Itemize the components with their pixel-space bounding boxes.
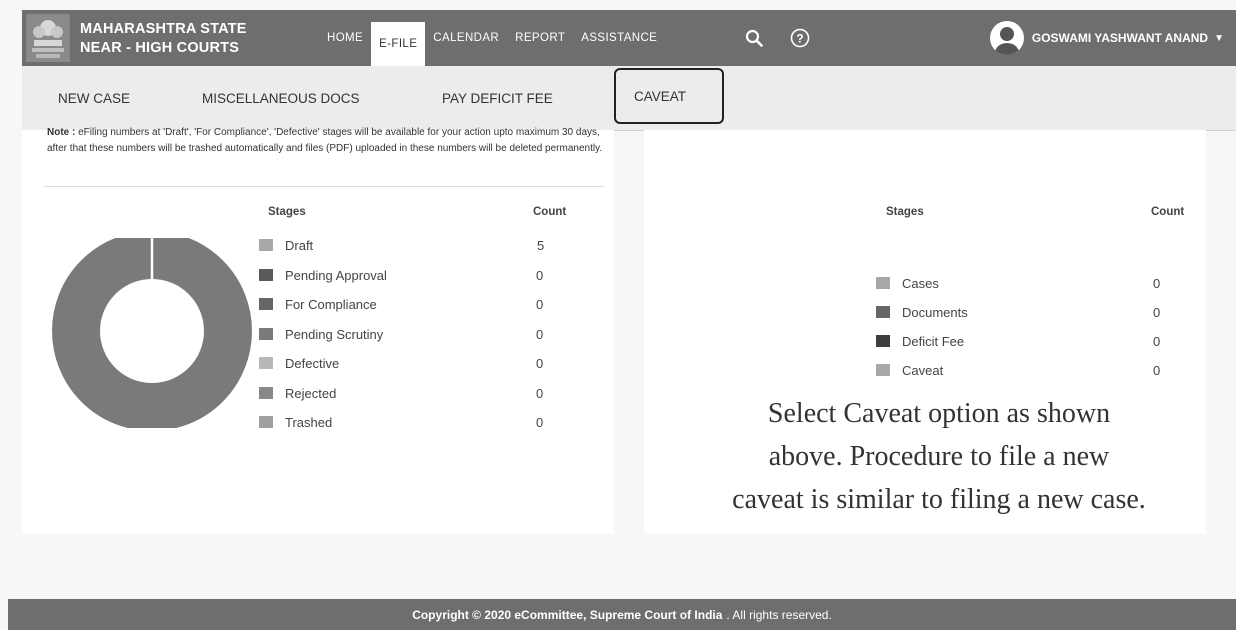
state-emblem-icon bbox=[26, 14, 70, 62]
summary-row-caveat[interactable]: Caveat bbox=[876, 359, 943, 381]
summary-label: Documents bbox=[902, 304, 968, 320]
legend-swatch bbox=[259, 357, 273, 369]
brand-line-2: NEAR - HIGH COURTS bbox=[80, 40, 240, 56]
stages-header: Stages bbox=[268, 206, 306, 218]
stage-count: 0 bbox=[536, 327, 544, 342]
legend-swatch bbox=[259, 298, 273, 310]
instruction-line: above. Procedure to file a new bbox=[768, 441, 1110, 472]
top-navbar: MAHARASHTRA STATE NEAR - HIGH COURTS HOM… bbox=[22, 10, 1236, 66]
note-label: Note : bbox=[47, 127, 76, 138]
search-icon bbox=[745, 29, 763, 47]
brand-title[interactable]: MAHARASHTRA STATE NEAR - HIGH COURTS bbox=[80, 20, 247, 58]
search-button[interactable] bbox=[745, 10, 763, 66]
nav-e-file[interactable]: E-FILE bbox=[371, 22, 426, 66]
submenu-new-case[interactable]: NEW CASE bbox=[58, 66, 130, 130]
nav-assistance[interactable]: ASSISTANCE bbox=[573, 10, 665, 66]
user-avatar-icon bbox=[989, 21, 1024, 55]
stage-label: Trashed bbox=[285, 414, 333, 430]
help-button[interactable]: ? bbox=[790, 10, 810, 66]
stage-label: For Compliance bbox=[285, 296, 377, 312]
stage-count: 0 bbox=[536, 356, 544, 371]
stage-count: 5 bbox=[537, 238, 545, 253]
stage-label: Defective bbox=[285, 355, 340, 371]
summary-row-cases[interactable]: Cases bbox=[876, 272, 939, 294]
legend-swatch bbox=[259, 239, 273, 251]
nav-calendar[interactable]: CALENDAR bbox=[425, 10, 507, 66]
copyright-text: Copyright © 2020 eCommittee, Supreme Cou… bbox=[412, 607, 723, 622]
legend-swatch bbox=[876, 277, 890, 289]
stage-count: 0 bbox=[536, 415, 544, 430]
stage-row-for-compliance[interactable]: For Compliance bbox=[259, 293, 377, 315]
stage-row-pending-scrutiny[interactable]: Pending Scrutiny bbox=[259, 323, 383, 345]
summary-label: Deficit Fee bbox=[902, 333, 965, 349]
chevron-down-icon: ▼ bbox=[1214, 32, 1224, 44]
stages-header: Stages bbox=[886, 206, 924, 218]
summary-label: Caveat bbox=[902, 362, 944, 378]
stage-row-draft[interactable]: Draft bbox=[259, 234, 313, 256]
summary-row-documents[interactable]: Documents bbox=[876, 301, 968, 323]
user-menu[interactable]: GOSWAMI YASHWANT ANAND ▼ bbox=[989, 10, 1224, 66]
legend-swatch bbox=[259, 328, 273, 340]
caveat-instruction: Select Caveat option as shown above. Pro… bbox=[664, 392, 1214, 521]
legend-swatch bbox=[259, 416, 273, 428]
stage-count: 0 bbox=[536, 297, 544, 312]
stage-count: 0 bbox=[536, 268, 544, 283]
submenu-pay-deficit-fee[interactable]: PAY DEFICIT FEE bbox=[442, 66, 553, 130]
nav-report[interactable]: REPORT bbox=[507, 10, 573, 66]
stage-row-pending-approval[interactable]: Pending Approval bbox=[259, 264, 387, 286]
legend-swatch bbox=[876, 335, 890, 347]
stages-donut-chart[interactable] bbox=[50, 238, 254, 428]
stage-row-rejected[interactable]: Rejected bbox=[259, 382, 336, 404]
summary-count: 0 bbox=[1153, 334, 1161, 349]
legend-swatch bbox=[876, 364, 890, 376]
stage-label: Pending Scrutiny bbox=[285, 326, 384, 342]
count-header: Count bbox=[533, 206, 567, 218]
e-file-submenu: NEW CASE MISCELLANEOUS DOCS PAY DEFICIT … bbox=[22, 66, 1236, 131]
efiling-stages-panel: Note : eFiling numbers at 'Draft', 'For … bbox=[22, 127, 614, 534]
summary-panel: Stages Count Cases 0 Documents 0 Deficit… bbox=[644, 130, 1206, 534]
legend-swatch bbox=[876, 306, 890, 318]
efiling-note: Note : eFiling numbers at 'Draft', 'For … bbox=[47, 125, 607, 157]
note-text: eFiling numbers at 'Draft', 'For Complia… bbox=[47, 127, 603, 154]
summary-count: 0 bbox=[1153, 276, 1161, 291]
stage-row-defective[interactable]: Defective bbox=[259, 352, 339, 374]
divider bbox=[44, 186, 604, 187]
nav-home[interactable]: HOME bbox=[319, 10, 371, 66]
svg-text:?: ? bbox=[796, 32, 803, 46]
help-circle-icon: ? bbox=[790, 28, 810, 48]
stage-label: Draft bbox=[285, 237, 314, 253]
summary-row-deficit-fee[interactable]: Deficit Fee bbox=[876, 330, 964, 352]
legend-swatch bbox=[259, 387, 273, 399]
count-header: Count bbox=[1151, 206, 1185, 218]
summary-count: 0 bbox=[1153, 305, 1161, 320]
brand-line-1: MAHARASHTRA STATE bbox=[80, 21, 247, 37]
submenu-caveat[interactable]: CAVEAT bbox=[614, 68, 724, 124]
footer: Copyright © 2020 eCommittee, Supreme Cou… bbox=[8, 599, 1236, 630]
legend-swatch bbox=[259, 269, 273, 281]
submenu-miscellaneous-docs[interactable]: MISCELLANEOUS DOCS bbox=[202, 66, 360, 130]
stage-count: 0 bbox=[536, 386, 544, 401]
instruction-line: caveat is similar to filing a new case. bbox=[732, 484, 1146, 515]
summary-label: Cases bbox=[902, 275, 939, 291]
main-nav: HOME E-FILE CALENDAR REPORT ASSISTANCE bbox=[319, 10, 665, 66]
user-name: GOSWAMI YASHWANT ANAND bbox=[1031, 31, 1209, 45]
stage-label: Rejected bbox=[285, 385, 337, 401]
summary-count: 0 bbox=[1153, 363, 1161, 378]
stage-label: Pending Approval bbox=[285, 267, 387, 283]
instruction-line: Select Caveat option as shown bbox=[767, 398, 1111, 429]
stage-row-trashed[interactable]: Trashed bbox=[259, 411, 332, 433]
rights-text: . All rights reserved. bbox=[726, 607, 832, 622]
